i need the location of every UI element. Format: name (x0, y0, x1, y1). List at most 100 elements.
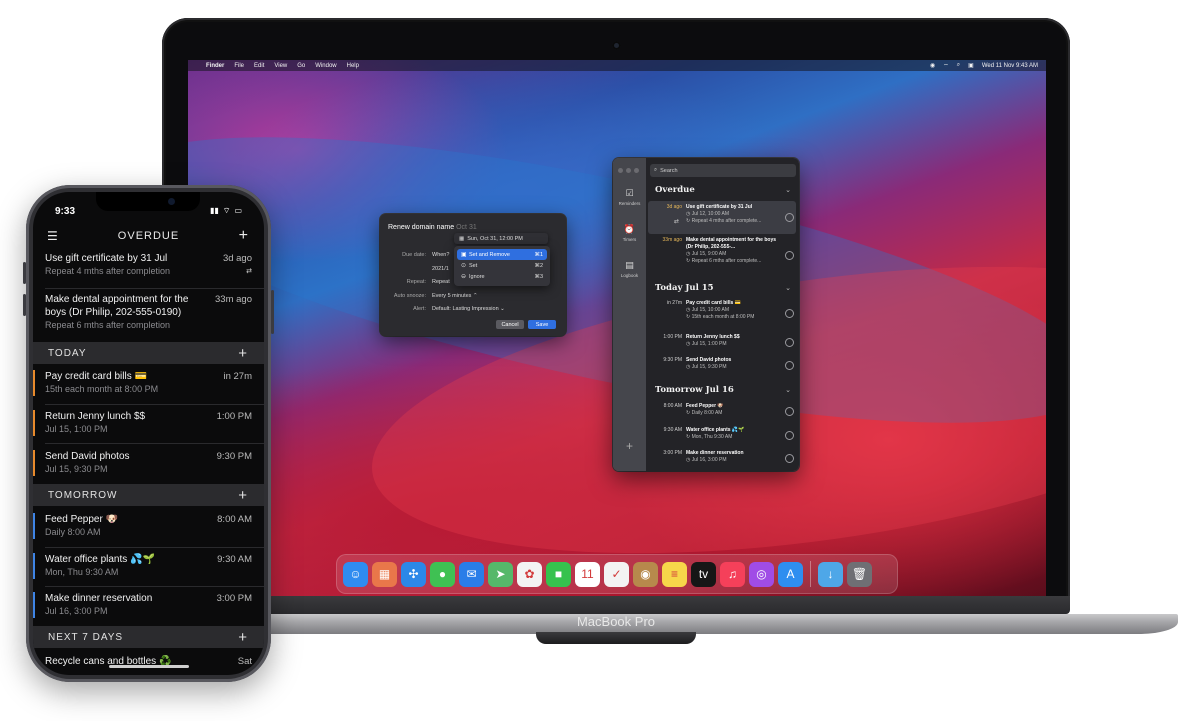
calendar-icon[interactable]: 11 (575, 561, 600, 587)
zoom-window-button[interactable] (634, 168, 639, 173)
wifi-icon: ⌔ (222, 206, 231, 215)
add-tomorrow-button[interactable]: + (238, 487, 248, 504)
iphone-screen: 9:33 ▮▮ ⌔ ▭ ☰ OVERDUE + Use gift certifi… (33, 192, 264, 675)
search-field[interactable]: ⌕ Search (650, 164, 796, 177)
add-next-7-days-button[interactable]: + (238, 629, 248, 646)
complete-checkbox[interactable] (785, 338, 794, 347)
safari-icon[interactable]: ✣ (401, 561, 426, 587)
podcasts-icon[interactable]: ◎ (749, 561, 774, 587)
chevron-down-icon[interactable]: ⌄ (785, 284, 791, 292)
photos-icon[interactable]: ✿ (517, 561, 542, 587)
minimize-window-button[interactable] (626, 168, 631, 173)
menu-finder[interactable]: Finder (206, 63, 224, 69)
list-item[interactable]: Use gift certificate by 31 Jul 3d ago Rep… (33, 252, 264, 278)
mac-desktop: Finder File Edit View Go Window Help ◉ ⌔… (188, 60, 1046, 596)
wifi-icon[interactable]: ⌔ (943, 62, 949, 70)
due-date-value[interactable]: 2021/1 (432, 266, 449, 272)
control-center-icon[interactable]: ▣ (968, 62, 974, 69)
link-icon: ⇄ (674, 219, 680, 225)
focus-icon[interactable]: ◉ (930, 62, 935, 69)
menu-edit[interactable]: Edit (254, 63, 264, 69)
menu-item-set-and-remove[interactable]: ▣ Set and Remove ⌘1 (457, 249, 547, 260)
add-today-button[interactable]: + (238, 345, 248, 362)
alert-label: Alert: (413, 306, 426, 312)
date-suggestion-popup[interactable]: ▦ Sun, Oct 31, 12:00 PM (454, 233, 548, 244)
sidebar-item-logbook[interactable]: ▤ Logbook (613, 260, 646, 278)
section-tomorrow[interactable]: Tomorrow Jul 16 ⌄ (655, 385, 791, 395)
add-button[interactable]: + (239, 227, 248, 245)
tv-icon[interactable]: tv (691, 561, 716, 587)
menu-item-ignore[interactable]: ⊖ Ignore ⌘3 (457, 271, 547, 282)
menu-view[interactable]: View (274, 63, 287, 69)
contacts-icon[interactable]: ◉ (633, 561, 658, 587)
complete-checkbox[interactable] (785, 361, 794, 370)
reminder-row[interactable]: 9:30 AM Water office plants 💦🌱 ↻ Mon, Th… (648, 427, 796, 447)
list-item[interactable]: Make dental appointment for the boys (Dr… (33, 293, 264, 332)
reminders-icon: ☑ (625, 188, 634, 198)
reminders-list: ⌕ Search Overdue ⌄ 3d ago ⇄ Use gift cer… (646, 158, 799, 471)
save-button[interactable]: Save (528, 320, 556, 329)
reminder-row[interactable]: 3d ago ⇄ Use gift certificate by 31 Jul … (648, 201, 796, 234)
sidebar-item-timers[interactable]: ⏰ Timers (613, 224, 646, 242)
reminder-row[interactable]: in 27m Pay credit card bills 💳 ◷ Jul 15,… (648, 300, 796, 330)
section-tomorrow: TOMORROW + (33, 484, 264, 506)
downloads-folder-icon[interactable]: ↓ (818, 561, 843, 587)
messages-icon[interactable]: ● (430, 561, 455, 587)
complete-checkbox[interactable] (785, 407, 794, 416)
reminder-row[interactable]: 33m ago Make dental appointment for the … (648, 237, 796, 277)
menu-window[interactable]: Window (315, 63, 336, 69)
section-today[interactable]: Today Jul 15 ⌄ (655, 283, 791, 293)
chevron-down-icon[interactable]: ⌄ (785, 186, 791, 194)
hamburger-menu-icon[interactable]: ☰ (47, 229, 58, 243)
section-next-7-days: NEXT 7 DAYS + (33, 626, 264, 648)
auto-snooze-label: Auto snooze: (393, 293, 426, 299)
reminder-title-field[interactable]: Renew domain name (388, 224, 454, 231)
battery-icon: ▭ (234, 206, 242, 215)
sidebar-item-reminders[interactable]: ☑ Reminders (613, 188, 646, 206)
menu-go[interactable]: Go (297, 63, 305, 69)
reminders-app-window: ☑ Reminders ⏰ Timers ▤ Logbook + ⌕ Searc… (613, 158, 799, 471)
list-item[interactable]: Send David photos 9:30 PM Jul 15, 9:30 PM (33, 450, 264, 476)
complete-checkbox[interactable] (785, 431, 794, 440)
add-reminder-button[interactable]: + (613, 439, 646, 453)
launchpad-icon[interactable]: ▦ (372, 561, 397, 587)
list-item[interactable]: Water office plants 💦🌱 9:30 AM Mon, Thu 9… (33, 553, 264, 579)
alert-select[interactable]: Default: Lasting Impression ⌄ (432, 306, 505, 312)
maps-icon[interactable]: ➤ (488, 561, 513, 587)
menu-file[interactable]: File (234, 63, 244, 69)
trash-icon[interactable]: 🗑 (847, 561, 872, 587)
reminder-row[interactable]: 1:00 PM Return Jenny lunch $$ ◷ Jul 15, … (648, 334, 796, 354)
notes-icon[interactable]: ≡ (662, 561, 687, 587)
auto-snooze-select[interactable]: Every 5 minutes ⌃ (432, 293, 478, 299)
search-icon[interactable]: ⌕ (957, 62, 960, 69)
chevron-down-icon[interactable]: ⌄ (785, 386, 791, 394)
section-overdue[interactable]: Overdue ⌄ (655, 185, 791, 195)
app-store-icon[interactable]: A (778, 561, 803, 587)
close-window-button[interactable] (618, 168, 623, 173)
complete-checkbox[interactable] (785, 454, 794, 463)
menu-clock[interactable]: Wed 11 Nov 9:43 AM (982, 63, 1038, 69)
cancel-button[interactable]: Cancel (496, 320, 524, 329)
reminder-row[interactable]: 3:00 PM Make dinner reservation ◷ Jul 16… (648, 450, 796, 470)
reminder-row[interactable]: 8:00 AM Feed Pepper 🐶 ↻ Daily 8:00 AM (648, 403, 796, 423)
calendar-check-icon: ▣ (461, 252, 467, 258)
reminder-row[interactable]: 9:30 PM Send David photos ◷ Jul 15, 9:30… (648, 357, 796, 377)
complete-checkbox[interactable] (785, 251, 794, 260)
facetime-icon[interactable]: ■ (546, 561, 571, 587)
list-item[interactable]: Return Jenny lunch $$ 1:00 PM Jul 15, 1:0… (33, 410, 264, 436)
music-icon[interactable]: ♫ (720, 561, 745, 587)
complete-checkbox[interactable] (785, 213, 794, 222)
list-item[interactable]: Feed Pepper 🐶 8:00 AM Daily 8:00 AM (33, 513, 264, 539)
complete-checkbox[interactable] (785, 309, 794, 318)
finder-icon[interactable]: ☺ (343, 561, 368, 587)
due-app-icon[interactable]: ✓ (604, 561, 629, 587)
list-item[interactable]: Make dinner reservation 3:00 PM Jul 16, 3… (33, 592, 264, 618)
due-date-field[interactable]: When? (432, 252, 449, 258)
mail-icon[interactable]: ✉ (459, 561, 484, 587)
menu-item-set[interactable]: ⊙ Set ⌘2 (457, 260, 547, 271)
repeat-field[interactable]: Repeat (432, 279, 450, 285)
section-today: TODAY + (33, 342, 264, 364)
list-item[interactable]: Pay credit card bills 💳 in 27m 15th each … (33, 370, 264, 396)
menu-help[interactable]: Help (347, 63, 359, 69)
home-indicator[interactable] (109, 665, 189, 668)
